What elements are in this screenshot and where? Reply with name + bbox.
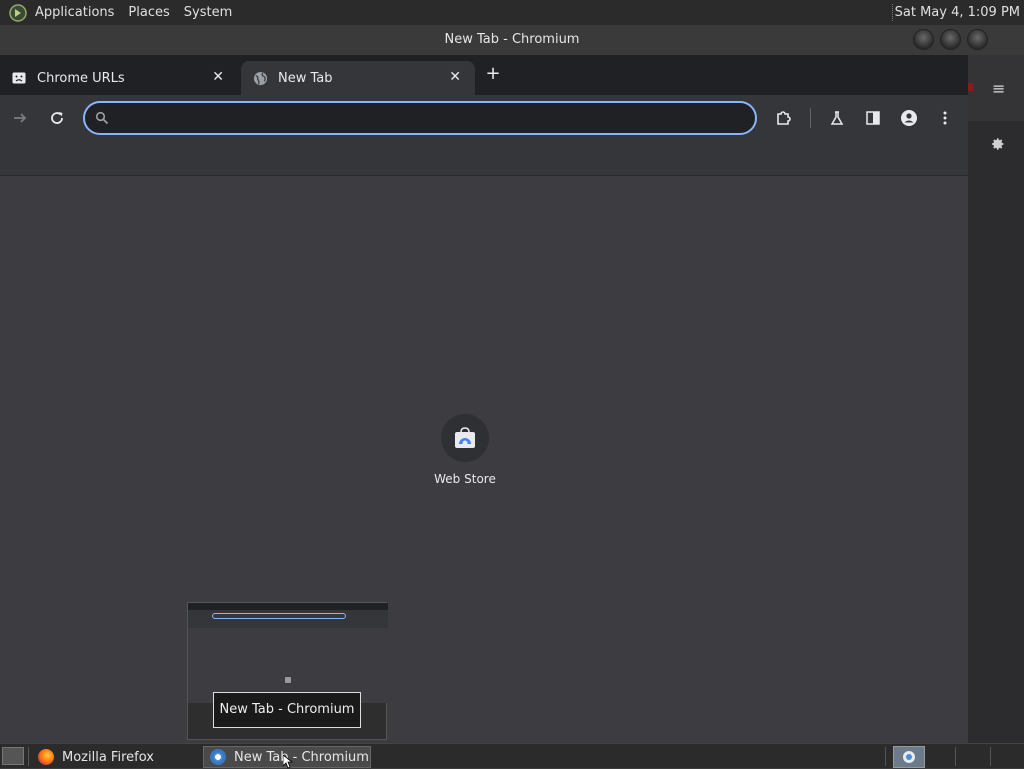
shortcut-label: Web Store bbox=[434, 472, 496, 486]
kebab-menu-icon[interactable] bbox=[934, 107, 956, 129]
taskbar-separator bbox=[885, 747, 886, 766]
preview-thumbnail bbox=[188, 603, 388, 703]
tab-new-tab[interactable]: New Tab ✕ bbox=[241, 61, 475, 95]
window-title: New Tab - Chromium bbox=[444, 32, 580, 47]
firefox-icon bbox=[38, 749, 54, 765]
search-icon bbox=[93, 109, 111, 127]
bookmarks-bar bbox=[0, 141, 968, 176]
window-preview-popup[interactable]: New Tab - Chromium bbox=[187, 602, 388, 740]
preview-omnibox bbox=[212, 613, 346, 619]
extensions-puzzle-icon[interactable] bbox=[773, 107, 795, 129]
clock[interactable]: Sat May 4, 1:09 PM bbox=[895, 0, 1020, 25]
menu-system[interactable]: System bbox=[177, 0, 239, 25]
taskbar-item-firefox[interactable]: Mozilla Firefox bbox=[32, 746, 197, 768]
new-tab-plus-icon[interactable]: + bbox=[484, 64, 502, 84]
window-controls bbox=[913, 29, 1024, 50]
taskbar-separator bbox=[990, 747, 991, 766]
webstore-shortcut[interactable]: Web Store bbox=[421, 414, 509, 504]
globe-icon bbox=[252, 70, 268, 86]
toolbar-separator bbox=[810, 108, 811, 128]
menu-places[interactable]: Places bbox=[121, 0, 176, 25]
background-window: ≡ bbox=[968, 55, 1024, 743]
side-panel-icon[interactable] bbox=[862, 107, 884, 129]
address-input[interactable] bbox=[111, 104, 755, 132]
bottom-taskbar: Mozilla Firefox New Tab - Chromium bbox=[0, 743, 1024, 768]
browser-toolbar bbox=[0, 95, 968, 141]
close-tab-icon[interactable]: ✕ bbox=[449, 69, 461, 85]
task-label: Mozilla Firefox bbox=[62, 749, 154, 765]
close-tab-icon[interactable]: ✕ bbox=[212, 69, 224, 85]
tab-label: New Tab bbox=[278, 70, 333, 86]
preview-tabstrip bbox=[188, 603, 388, 610]
taskbar-separator bbox=[955, 747, 956, 766]
webstore-icon bbox=[441, 414, 489, 462]
mouse-cursor-icon bbox=[283, 755, 293, 769]
gear-icon[interactable] bbox=[982, 129, 1012, 159]
show-desktop-icon[interactable] bbox=[2, 747, 24, 765]
profile-avatar-icon[interactable] bbox=[898, 107, 920, 129]
tab-chrome-urls[interactable]: Chrome URLs ✕ bbox=[0, 61, 238, 95]
omnibox[interactable] bbox=[83, 101, 757, 135]
labs-flask-icon[interactable] bbox=[826, 107, 848, 129]
top-panel: Applications Places System Sat May 4, 1:… bbox=[0, 0, 1024, 25]
preview-webstore-icon bbox=[285, 677, 291, 683]
tab-strip: Chrome URLs ✕ New Tab ✕ + bbox=[0, 55, 968, 95]
taskbar-separator bbox=[28, 747, 29, 766]
hamburger-menu-icon[interactable]: ≡ bbox=[992, 79, 1005, 98]
distro-logo-icon[interactable] bbox=[8, 3, 28, 23]
workspace-switcher-icon[interactable] bbox=[893, 746, 925, 768]
task-label: New Tab - Chromium bbox=[234, 749, 369, 765]
chromium-icon bbox=[210, 749, 226, 765]
background-window-accent bbox=[968, 83, 973, 91]
close-window-button[interactable] bbox=[967, 29, 988, 50]
preview-caption: New Tab - Chromium bbox=[213, 692, 361, 728]
sad-face-icon bbox=[11, 70, 27, 86]
new-tab-page: Web Store bbox=[0, 176, 968, 742]
reload-icon[interactable] bbox=[46, 107, 68, 129]
tab-label: Chrome URLs bbox=[37, 70, 125, 86]
window-titlebar[interactable]: New Tab - Chromium bbox=[0, 25, 1024, 55]
menu-applications[interactable]: Applications bbox=[28, 0, 121, 25]
maximize-button[interactable] bbox=[940, 29, 961, 50]
forward-arrow-icon[interactable] bbox=[9, 107, 31, 129]
minimize-button[interactable] bbox=[913, 29, 934, 50]
